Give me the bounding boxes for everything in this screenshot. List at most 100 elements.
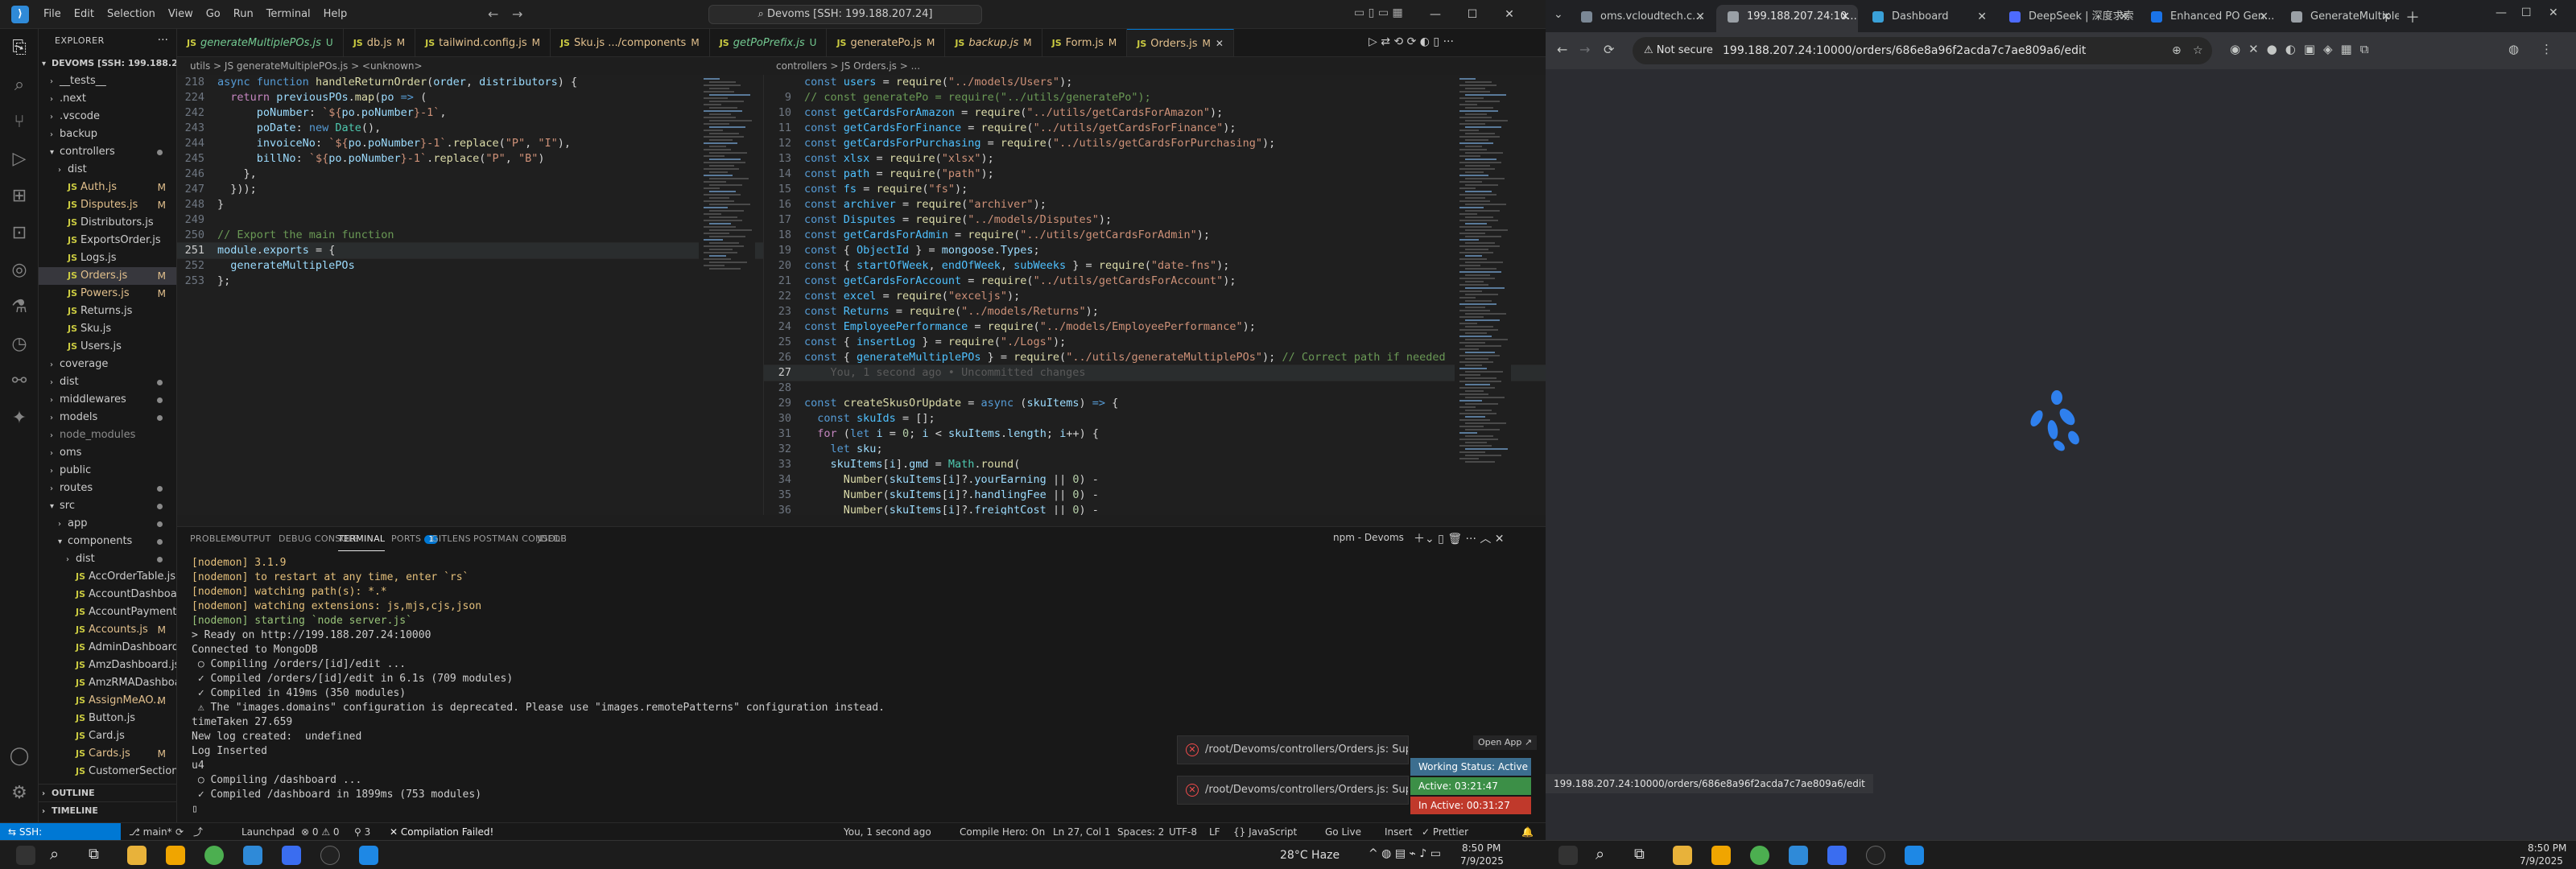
source-control-icon[interactable]: ⑂ [8,111,31,134]
code-line[interactable]: 20 const { startOfWeek, endOfWeek, subWee… [764,258,1546,274]
back-arrow-icon[interactable]: ← [1557,42,1567,57]
tree-item[interactable]: JSAccountDashboar... [39,586,176,603]
tree-item[interactable]: › app [39,515,176,533]
tree-item[interactable]: JS Sku.js [39,320,176,338]
profile-avatar[interactable]: ◍ [2508,42,2519,56]
minimize-button[interactable]: — [2496,6,2507,19]
menu-item[interactable]: View [162,0,200,29]
launchpad-icon[interactable]: ⤴ [193,823,203,841]
editor-left[interactable]: 218 async function handleReturnOrder(orde… [177,75,763,515]
tree-item[interactable]: › .next [39,90,176,108]
tree-item[interactable]: JS AmzDashboard.js [39,657,176,674]
panel-tab[interactable]: JDEDB [538,527,567,551]
launchpad-label[interactable]: Launchpad [242,823,295,841]
chrome-taskbar-icon[interactable] [204,846,224,865]
code-line[interactable]: 224 return previousPOs.map(po => ( [177,90,763,105]
tree-item[interactable]: JS Cards.js M [39,745,176,763]
address-bar[interactable]: ⚠ Not secure 199.188.207.24:10000/orders… [1633,37,2212,64]
code-line[interactable]: 249 [177,212,763,228]
tree-item[interactable]: JS AccOrderTable.js [39,568,176,586]
clock-date[interactable]: 7/9/2025 [1460,855,1504,867]
app-taskbar-icon[interactable] [1866,846,1885,865]
url-text[interactable]: 199.188.207.24:10000/orders/686e8a96f2ac… [1723,37,2086,64]
start-button-icon[interactable] [1558,846,1578,865]
new-tab-button[interactable]: ＋ [2405,6,2420,27]
code-line[interactable]: 24 const EmployeePerformance = require(".… [764,319,1546,335]
code-line[interactable]: 21 const getCardsForAccount = require("..… [764,274,1546,289]
search-icon[interactable]: ⌕ [50,844,59,863]
not-secure-indicator[interactable]: ⚠ Not secure [1644,37,1713,64]
tree-item[interactable]: › backup [39,126,176,143]
command-center[interactable]: ⌕ Devoms [SSH: 199.188.207.24] [708,5,982,24]
outline-section[interactable]: › OUTLINE [39,784,176,801]
tree-item[interactable]: JS Orders.js M [39,267,176,285]
code-line[interactable]: 29 const createSkusOrUpdate = async (skuI… [764,396,1546,411]
tree-item[interactable]: › dist [39,550,176,568]
explorer-icon[interactable]: ⎘ [8,37,31,60]
breadcrumb-left[interactable]: utils > JS generateMultiplePOs.js > <unk… [190,57,423,75]
tree-item[interactable]: ▾ src [39,497,176,515]
editor-tab[interactable]: JS Orders.js M ✕ [1127,29,1234,56]
close-tab-icon[interactable]: ✕ [1840,5,1850,29]
tree-item[interactable]: JS Returns.js [39,303,176,320]
tree-item[interactable]: › dist [39,161,176,179]
language-mode[interactable]: {} JavaScript [1233,823,1297,841]
browser-tab[interactable]: GenerateMultiple...✕ [2280,5,2399,32]
code-line[interactable]: 14 const path = require("path"); [764,167,1546,182]
editor-actions-icons[interactable]: ▷ ⇄ ⟲ ⟳ ◐ ▯ ··· [1368,35,1454,48]
extensions-icon[interactable]: ⊞ [8,185,31,208]
tab-search-icon[interactable]: ⌄ [1554,8,1563,21]
extension-icons[interactable]: ◉✕●◐▣◈▦⧉ [2230,42,2376,56]
terminal-actions-icons[interactable]: ＋⌄ ▯ 🗑 ··· ︿ ✕ [1414,530,1505,546]
browser-tab[interactable]: DeepSeek | 深度求索 ✕ [1998,5,2136,32]
editor-tab[interactable]: JS Sku.js .../components M [551,29,710,56]
code-line[interactable]: 245 billNo: `${po.poNumber}-1`.replace("… [177,151,763,167]
go-live-button[interactable]: Go Live [1325,823,1361,841]
forward-arrow-icon[interactable]: → [1579,42,1590,57]
editor-right[interactable]: const users = require("../models/Users")… [764,75,1546,515]
tree-item[interactable]: › __tests__ [39,72,176,90]
code-line[interactable]: 251 module.exports = { [177,242,763,259]
testing-icon[interactable]: ⚗ [8,296,31,319]
close-tab-icon[interactable]: ✕ [2119,5,2128,29]
insert-mode[interactable]: Insert [1385,823,1412,841]
chrome-menu-icon[interactable]: ⋮ [2541,42,2553,56]
timeline-section[interactable]: › TIMELINE [39,801,176,819]
reload-icon[interactable]: ⟳ [1604,42,1614,57]
code-line[interactable]: 34 Number(skuItems[i]?.yourEarning || 0)… [764,472,1546,488]
code-line[interactable]: 28 [764,381,1546,396]
tree-item[interactable]: › models [39,409,176,426]
code-line[interactable]: 18 const getCardsForAdmin = require("../u… [764,228,1546,243]
breadcrumb-right[interactable]: controllers > JS Orders.js > ... [776,57,920,75]
widgets-icon[interactable] [16,846,35,865]
code-line[interactable]: 35 Number(skuItems[i]?.handlingFee || 0)… [764,488,1546,503]
zoom-taskbar-icon[interactable] [1827,846,1847,865]
tree-item[interactable]: JSCustomerSection.js [39,763,176,780]
code-line[interactable]: 218 async function handleReturnOrder(orde… [177,75,763,90]
file-explorer-icon[interactable] [1673,846,1692,865]
code-line[interactable]: 9 // const generatePo = require("../utils… [764,90,1546,105]
minimap-right[interactable] [1455,75,1511,515]
menu-item[interactable]: Terminal [260,0,317,29]
forward-arrow-icon[interactable]: → [512,6,522,22]
tree-item[interactable]: JS ExportsOrder.js [39,232,176,249]
store-icon[interactable] [1711,846,1731,865]
close-window-button[interactable]: ✕ [1491,0,1528,29]
code-line[interactable]: 33 skuItems[i].gmd = Math.round( [764,457,1546,472]
tree-item[interactable]: › dist [39,373,176,391]
tree-item[interactable]: JS Card.js [39,727,176,745]
code-line[interactable]: 12 const getCardsForPurchasing = require(… [764,136,1546,151]
code-line[interactable]: 36 Number(skuItems[i]?.freightCost || 0)… [764,503,1546,515]
code-line[interactable]: 242 poNumber: `${po.poNumber}-1`, [177,105,763,121]
editor-tab[interactable]: JS backup.js M [945,29,1042,56]
translate-icon[interactable]: ⊕ [2172,37,2182,64]
back-arrow-icon[interactable]: ← [488,6,498,22]
terminal-output[interactable]: [nodemon] 3.1.9 [nodemon] to restart at a… [177,556,1546,815]
remote-explorer-icon[interactable]: ⊡ [8,222,31,245]
menu-item[interactable]: Run [227,0,260,29]
code-line[interactable]: 31 for (let i = 0; i < skuItems.length; … [764,426,1546,442]
tree-item[interactable]: › .vscode [39,108,176,126]
close-tab-icon[interactable]: ✕ [1216,38,1224,49]
maximize-button[interactable]: ☐ [2521,6,2532,19]
app-taskbar-icon[interactable] [320,846,340,865]
